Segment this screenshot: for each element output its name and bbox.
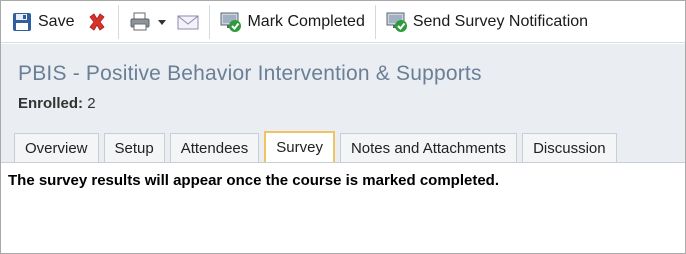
monitor-check-icon	[220, 11, 242, 33]
enrolled-value: 2	[87, 95, 96, 112]
toolbar-separator	[374, 4, 376, 39]
tab-divider	[1, 162, 685, 163]
send-survey-notification-button[interactable]: Send Survey Notification	[382, 6, 592, 38]
mark-completed-button[interactable]: Mark Completed	[216, 6, 368, 38]
floppy-disk-icon	[11, 11, 33, 33]
tab-attendees[interactable]: Attendees	[169, 133, 260, 162]
toolbar-separator	[209, 4, 211, 39]
tab-survey[interactable]: Survey	[264, 131, 335, 162]
mark-completed-label: Mark Completed	[247, 12, 365, 30]
monitor-check-icon	[386, 11, 408, 33]
enrolled-count: Enrolled: 2	[18, 95, 96, 112]
toolbar: Save Mark Completed Send Survey Notifica…	[1, 1, 685, 43]
printer-icon	[129, 11, 151, 33]
toolbar-group-completion: Mark Completed	[216, 1, 368, 42]
save-label: Save	[38, 12, 75, 30]
chevron-down-icon	[157, 11, 167, 33]
tab-setup[interactable]: Setup	[103, 133, 165, 162]
page-title: PBIS - Positive Behavior Intervention & …	[18, 62, 482, 85]
toolbar-group-save: Save	[1, 1, 112, 42]
print-button[interactable]	[125, 6, 155, 38]
tab-overview[interactable]: Overview	[14, 133, 99, 162]
toolbar-group-output	[125, 1, 203, 42]
course-window: Save Mark Completed Send Survey Notifica…	[0, 0, 686, 254]
tab-discussion[interactable]: Discussion	[522, 133, 617, 162]
tab-bar: Overview Setup Attendees Survey Notes an…	[14, 131, 622, 162]
course-header: PBIS - Positive Behavior Intervention & …	[1, 44, 685, 162]
print-dropdown-button[interactable]	[155, 6, 169, 38]
tab-notes-and-attachments[interactable]: Notes and Attachments	[339, 133, 518, 162]
red-x-icon	[86, 11, 108, 33]
toolbar-group-survey: Send Survey Notification	[382, 1, 592, 42]
envelope-icon	[177, 11, 199, 33]
save-button[interactable]: Save	[7, 6, 78, 38]
toolbar-separator	[118, 4, 120, 39]
send-survey-notification-label: Send Survey Notification	[412, 12, 589, 30]
survey-message: The survey results will appear once the …	[8, 172, 500, 189]
email-button[interactable]	[173, 6, 203, 38]
enrolled-label: Enrolled:	[18, 95, 84, 112]
delete-button[interactable]	[82, 6, 112, 38]
